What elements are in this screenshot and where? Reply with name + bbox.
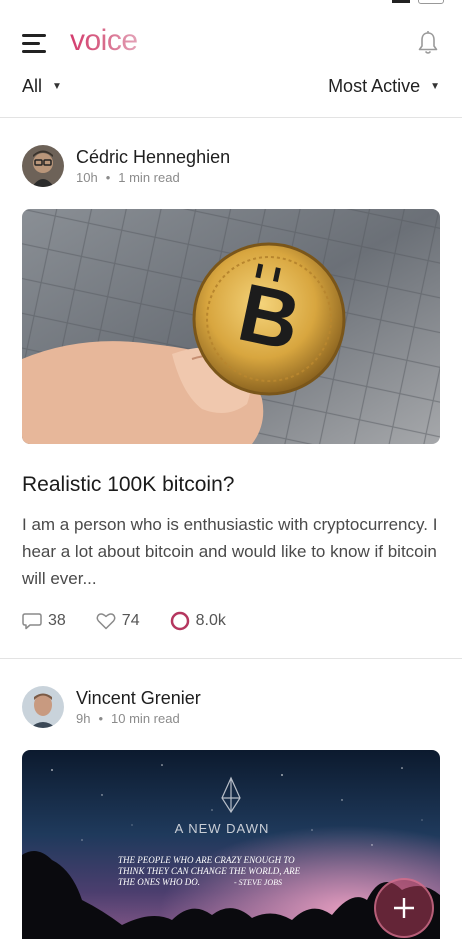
post-meta: 10h • 1 min read [76,170,180,185]
plus-icon [394,898,414,918]
post-title[interactable]: Realistic 100K bitcoin? [22,473,440,497]
image-quote-line-2: THINK THEY CAN CHANGE THE WORLD, ARE [118,866,301,876]
divider [0,658,462,659]
avatar[interactable] [22,686,64,728]
image-quote-line-3: THE ONES WHO DO. [118,877,200,887]
menu-icon[interactable] [22,34,48,54]
caret-down-icon: ▼ [52,81,62,92]
app-header: voice [0,22,462,64]
token-count-button[interactable]: 8.0k [170,611,226,631]
heart-icon [96,613,116,630]
like-count-button[interactable]: 74 [96,612,140,630]
image-quote-attribution: - STEVE JOBS [234,878,282,887]
filter-bar: All ▼ Most Active ▼ [0,76,462,102]
token-count: 8.0k [195,612,226,629]
author-name[interactable]: Vincent Grenier [76,688,201,709]
read-time: 10 min read [111,711,180,726]
comment-icon [22,613,42,630]
post-image[interactable]: B [22,209,440,444]
sort-dropdown[interactable]: Most Active ▼ [328,76,440,97]
post-time: 9h [76,711,91,726]
post-stats: 38 74 8.0k [22,609,442,633]
post-excerpt: I am a person who is enthusiastic with c… [22,515,438,588]
post-time: 10h [76,170,98,185]
post-meta: 9h • 10 min read [76,711,180,726]
image-heading: A NEW DAWN [175,821,270,836]
read-time: 1 min read [118,170,180,185]
signal-icon [392,0,410,3]
caret-down-icon: ▼ [430,81,440,92]
author-row: Cédric Henneghien 10h • 1 min read [22,145,442,189]
image-quote-line-1: THE PEOPLE WHO ARE CRAZY ENOUGH TO [118,855,295,865]
category-filter-dropdown[interactable]: All ▼ [22,76,62,97]
author-row: Vincent Grenier 9h • 10 min read [22,686,442,730]
meta-separator: • [98,711,104,726]
divider [0,117,462,118]
comment-count: 38 [48,612,66,629]
avatar[interactable] [22,145,64,187]
category-filter-label: All [22,76,43,96]
status-bar [0,0,462,10]
bell-icon[interactable] [416,30,440,56]
token-ring-icon [170,611,189,631]
meta-separator: • [105,170,111,185]
author-name[interactable]: Cédric Henneghien [76,147,230,168]
status-icons [392,0,444,4]
like-count: 74 [121,612,140,629]
comment-count-button[interactable]: 38 [22,612,66,630]
battery-icon [418,0,444,4]
app-logo[interactable]: voice [70,24,138,58]
add-post-button[interactable] [374,878,434,938]
sort-label: Most Active [328,76,421,96]
